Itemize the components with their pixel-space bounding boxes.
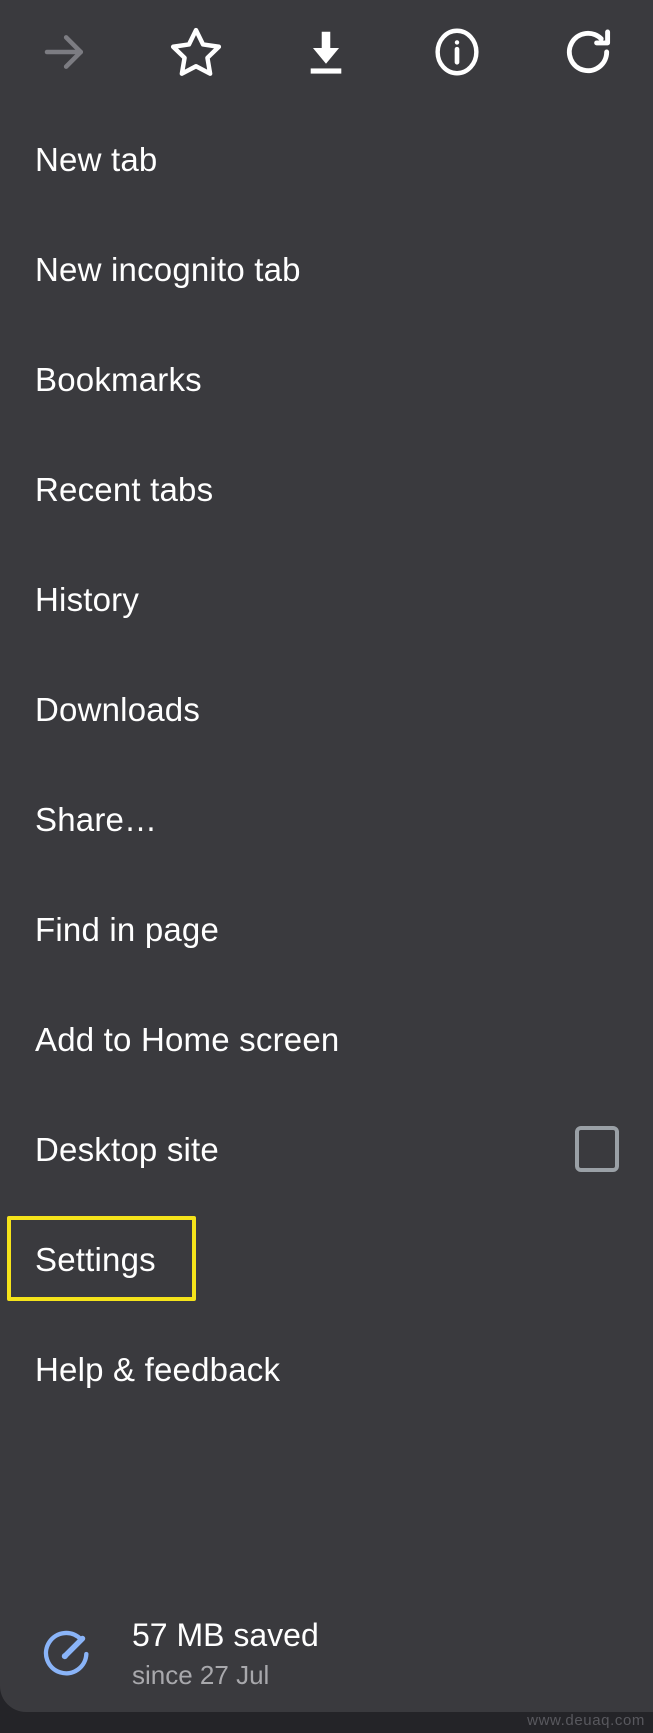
menu-item-help-and-feedback[interactable]: Help & feedback <box>0 1314 653 1424</box>
menu-item-bookmarks[interactable]: Bookmarks <box>0 324 653 434</box>
menu-item-label: Downloads <box>35 690 201 728</box>
menu-item-label: New tab <box>35 140 158 178</box>
speedometer-icon <box>38 1625 96 1683</box>
menu-item-settings[interactable]: Settings <box>0 1204 653 1314</box>
menu-item-label: Add to Home screen <box>35 1020 340 1058</box>
download-icon <box>299 25 353 79</box>
menu-item-list: New tab New incognito tab Bookmarks Rece… <box>0 104 653 1424</box>
data-saver-text: 57 MB saved since 27 Jul <box>132 1616 319 1692</box>
menu-item-label: Find in page <box>35 910 220 948</box>
menu-item-share[interactable]: Share… <box>0 764 653 874</box>
menu-item-add-to-home-screen[interactable]: Add to Home screen <box>0 984 653 1094</box>
page-info-button[interactable] <box>392 0 523 104</box>
reload-button[interactable] <box>522 0 653 104</box>
menu-item-new-incognito-tab[interactable]: New incognito tab <box>0 214 653 324</box>
data-saver-row[interactable]: 57 MB saved since 27 Jul <box>0 1596 653 1712</box>
info-circle-icon <box>429 24 485 80</box>
menu-item-label: Settings <box>35 1240 156 1278</box>
menu-toolbar <box>0 0 653 104</box>
menu-item-desktop-site[interactable]: Desktop site <box>0 1094 653 1204</box>
screen: New tab New incognito tab Bookmarks Rece… <box>0 0 653 1733</box>
star-icon <box>168 24 224 80</box>
data-saver-amount: 57 MB saved <box>132 1617 319 1653</box>
forward-arrow-button[interactable] <box>0 0 131 104</box>
data-saver-since: since 27 Jul <box>132 1660 270 1690</box>
menu-item-downloads[interactable]: Downloads <box>0 654 653 764</box>
menu-item-label: New incognito tab <box>35 250 301 288</box>
menu-item-history[interactable]: History <box>0 544 653 654</box>
menu-item-new-tab[interactable]: New tab <box>0 104 653 214</box>
site-watermark: www.deuaq.com <box>527 1712 645 1729</box>
overflow-menu-sheet: New tab New incognito tab Bookmarks Rece… <box>0 0 653 1712</box>
menu-item-label: Recent tabs <box>35 470 214 508</box>
menu-item-find-in-page[interactable]: Find in page <box>0 874 653 984</box>
menu-item-label: Share… <box>35 800 158 838</box>
menu-item-label: Help & feedback <box>35 1350 281 1388</box>
menu-item-label: Bookmarks <box>35 360 202 398</box>
reload-icon <box>560 24 616 80</box>
forward-arrow-icon <box>38 25 92 79</box>
menu-item-recent-tabs[interactable]: Recent tabs <box>0 434 653 544</box>
menu-item-label: Desktop site <box>35 1130 219 1168</box>
download-button[interactable] <box>261 0 392 104</box>
menu-item-label: History <box>35 580 140 618</box>
desktop-site-checkbox[interactable] <box>575 1126 619 1172</box>
bookmark-star-button[interactable] <box>131 0 262 104</box>
